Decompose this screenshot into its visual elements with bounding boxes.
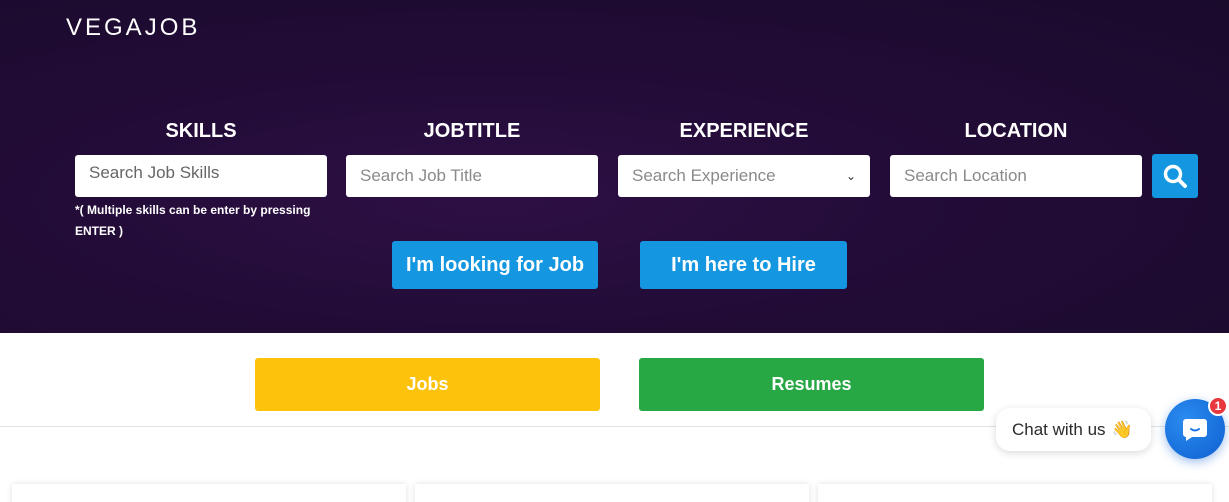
here-to-hire-button[interactable]: I'm here to Hire [640,241,847,289]
jobtitle-label: JOBTITLE [423,120,521,142]
listing-card[interactable] [415,484,809,502]
chat-invite-label: Chat with us [1012,419,1106,439]
skills-label: SKILLS [165,120,237,142]
notification-badge: 1 [1208,396,1228,416]
resumes-tab[interactable]: Resumes [639,358,984,411]
location-label: LOCATION [964,120,1068,142]
wave-icon: 👋 [1111,419,1133,439]
location-input[interactable] [890,155,1142,197]
experience-label: EXPERIENCE [679,120,809,142]
jobs-tab[interactable]: Jobs [255,358,600,411]
skills-hint: *( Multiple skills can be enter by press… [75,203,311,238]
chat-bubble-icon [1183,419,1207,441]
experience-select-value: Search Experience [632,166,776,185]
listing-card[interactable] [12,484,406,502]
search-icon [1163,164,1187,188]
skills-input[interactable] [75,155,327,197]
chevron-down-icon: ⌄ [845,169,856,183]
search-button[interactable] [1152,154,1198,198]
experience-select[interactable]: Search Experience ⌄ [618,155,870,197]
brand-logo[interactable]: VEGAJOB [66,14,200,42]
looking-for-job-button[interactable]: I'm looking for Job [392,241,598,289]
jobtitle-input[interactable] [346,155,598,197]
chat-invite[interactable]: Chat with us 👋 [996,408,1151,451]
listing-card[interactable] [818,484,1212,502]
